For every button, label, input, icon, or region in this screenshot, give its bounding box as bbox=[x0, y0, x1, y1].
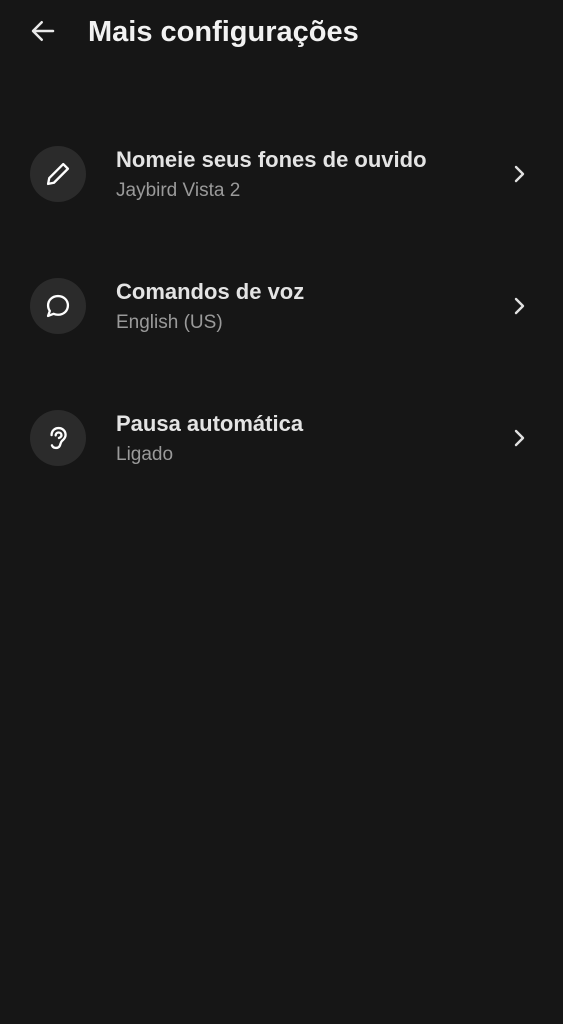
row-icon-container bbox=[30, 146, 86, 202]
top-app-bar: Mais configurações bbox=[0, 0, 563, 66]
speech-bubble-icon bbox=[46, 294, 70, 318]
settings-list: Nomeie seus fones de ouvido Jaybird Vist… bbox=[0, 108, 563, 504]
row-title: Nomeie seus fones de ouvido bbox=[116, 147, 427, 172]
row-subtitle: English (US) bbox=[116, 312, 223, 333]
back-button[interactable] bbox=[20, 8, 66, 54]
arrow-left-icon bbox=[31, 21, 55, 41]
pencil-icon bbox=[46, 162, 70, 186]
row-title: Pausa automática bbox=[116, 411, 304, 436]
app-screen: Mais configurações Nomeie seus fones de … bbox=[0, 0, 563, 1024]
row-title: Comandos de voz bbox=[116, 279, 305, 304]
row-text: Nomeie seus fones de ouvido Jaybird Vist… bbox=[116, 144, 493, 206]
row-subtitle: Jaybird Vista 2 bbox=[116, 180, 241, 201]
row-text: Comandos de voz English (US) bbox=[116, 276, 493, 338]
row-icon-container bbox=[30, 278, 86, 334]
chevron-right-icon bbox=[507, 426, 531, 450]
row-text: Pausa automática Ligado bbox=[116, 408, 493, 470]
settings-item-voice-commands[interactable]: Comandos de voz English (US) bbox=[0, 240, 563, 372]
page-title: Mais configurações bbox=[88, 16, 359, 48]
chevron-right-icon bbox=[507, 162, 531, 186]
ear-icon bbox=[50, 426, 67, 450]
chevron-right-icon bbox=[507, 294, 531, 318]
row-subtitle: Ligado bbox=[116, 444, 174, 465]
row-icon-container bbox=[30, 410, 86, 466]
settings-item-auto-pause[interactable]: Pausa automática Ligado bbox=[0, 372, 563, 504]
settings-item-rename-headphones[interactable]: Nomeie seus fones de ouvido Jaybird Vist… bbox=[0, 108, 563, 240]
